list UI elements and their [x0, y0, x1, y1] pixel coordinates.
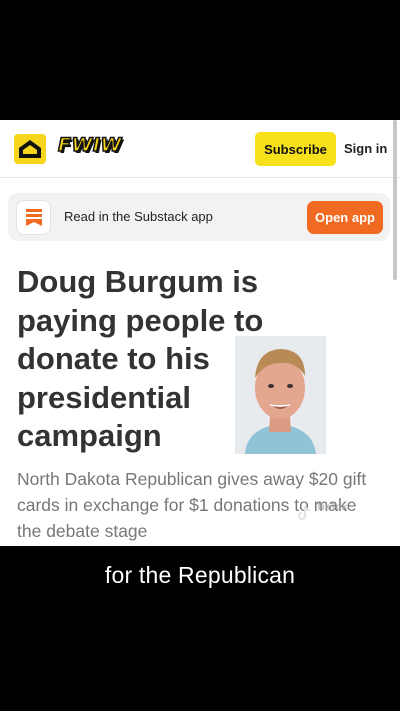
envelope-arrow-icon[interactable]: [14, 134, 46, 164]
tiktok-logo-icon: [298, 505, 311, 520]
video-caption: for the Republican: [104, 562, 296, 588]
substack-icon: [17, 201, 50, 234]
site-logo[interactable]: FWIW: [57, 133, 122, 157]
app-banner: Read in the Substack app Open app: [8, 193, 390, 241]
speaker-video-overlay: [235, 336, 326, 454]
subscribe-button[interactable]: Subscribe: [255, 132, 336, 166]
open-app-button[interactable]: Open app: [307, 201, 383, 234]
scrollbar[interactable]: [393, 120, 397, 280]
site-header: FWIW Subscribe Sign in: [0, 120, 400, 178]
tiktok-watermark: TikTok: [316, 502, 348, 513]
substack-page: FWIW Subscribe Sign in Read in the Subst…: [0, 120, 400, 546]
sign-in-link[interactable]: Sign in: [344, 141, 387, 156]
app-banner-text: Read in the Substack app: [64, 209, 213, 224]
